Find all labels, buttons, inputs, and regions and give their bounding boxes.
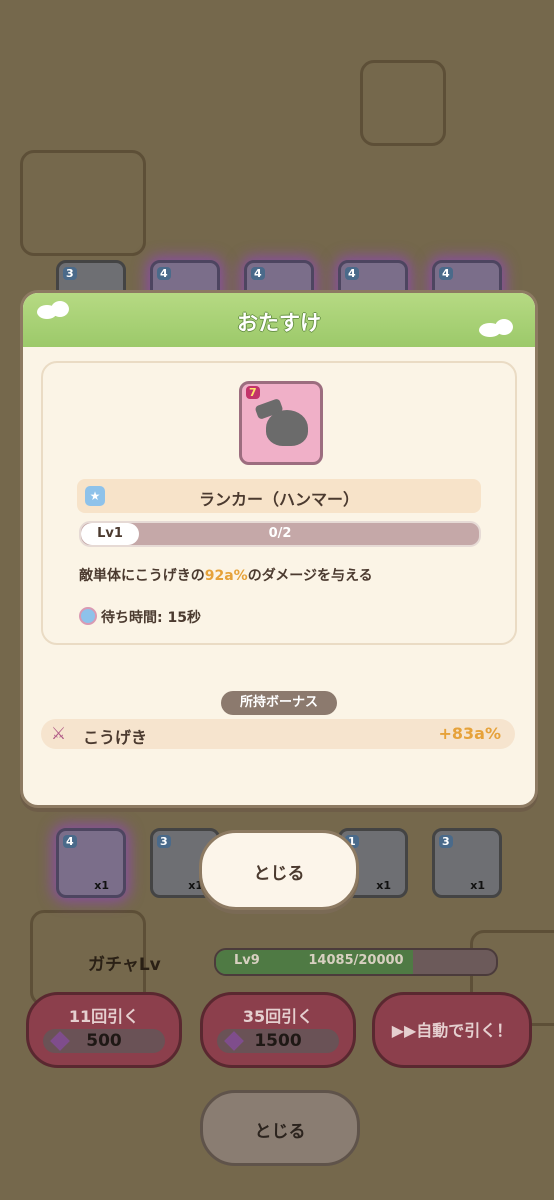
background-close-label: とじる [254, 1122, 306, 1142]
unit-body-icon [266, 410, 308, 446]
wait-time: 待ち時間: 15秒 [79, 607, 201, 627]
star-badge: 3 [63, 267, 77, 280]
pull-35-cost-value: 1500 [254, 1031, 302, 1051]
star-badge: 4 [439, 267, 453, 280]
description-text: 敵単体にこうげきの [79, 568, 205, 584]
pull-11-button[interactable]: 11回引く 500 [26, 992, 182, 1068]
pull-11-cost: 500 [43, 1029, 165, 1053]
bonus-value: +83a% [438, 724, 502, 743]
star-badge: 4 [345, 267, 359, 280]
timer-icon [79, 607, 97, 625]
dialog-header: おたすけ [23, 293, 535, 347]
bonus-row: ⚔ こうげき +83a% [41, 719, 515, 749]
skill-description: 敵単体にこうげきの92a%のダメージを与える [79, 565, 373, 585]
gacha-level-label: ガチャLv [88, 955, 161, 975]
gacha-level-progress: 14085/20000 [308, 953, 404, 968]
description-text: のダメージを与える [247, 568, 373, 584]
attack-icon: ⚔ [51, 724, 67, 744]
pull-35-label: 35回引く [242, 1007, 314, 1026]
unit-level-progress: 0/2 [268, 526, 292, 541]
unit-card: 3 x1 [432, 828, 502, 898]
pull-35-button[interactable]: 35回引く 1500 [200, 992, 356, 1068]
wait-time-text: 待ち時間: 15秒 [101, 610, 201, 626]
unit-count: x1 [470, 879, 485, 892]
gacha-level-bar: Lv9 14085/20000 [214, 948, 498, 976]
star-badge: 3 [157, 835, 171, 848]
background-close-button[interactable]: とじる [200, 1090, 360, 1166]
star-badge: 4 [157, 267, 171, 280]
unit-count: x1 [376, 879, 391, 892]
close-button[interactable]: とじる [199, 830, 359, 910]
unit-count: x1 [94, 879, 109, 892]
unit-level-bar: 0/2 Lv1 [79, 521, 481, 547]
pull-35-cost: 1500 [217, 1029, 339, 1053]
unit-name: ランカー（ハンマー） [198, 490, 359, 509]
description-highlight: 92a% [204, 568, 248, 584]
auto-pull-button[interactable]: ▶▶自動で引く！ [372, 992, 532, 1068]
unit-detail-panel: 7 ★ ランカー（ハンマー） 0/2 Lv1 敵単体にこうげきの92a%のダメー… [41, 361, 517, 645]
pull-11-cost-value: 500 [86, 1031, 122, 1051]
close-button-label: とじる [253, 864, 305, 884]
unit-portrait: 7 [239, 381, 323, 465]
pull-11-label: 11回引く [68, 1007, 140, 1026]
auto-pull-label: ▶▶自動で引く！ [391, 1021, 513, 1040]
star-badge: 4 [251, 267, 265, 280]
star-badge: 3 [439, 835, 453, 848]
star-badge: 4 [63, 835, 77, 848]
unit-card: 4 x1 [56, 828, 126, 898]
unit-name-bar: ★ ランカー（ハンマー） [77, 479, 481, 513]
unit-level: Lv1 [81, 523, 139, 545]
dialog-title: おたすけ [237, 311, 321, 335]
star-badge: 7 [246, 386, 260, 399]
bonus-label: こうげき [83, 728, 148, 747]
bonus-header: 所持ボーナス [221, 691, 337, 715]
support-dialog: おたすけ 7 ★ ランカー（ハンマー） 0/2 Lv1 敵単体にこうげきの92a… [20, 290, 538, 808]
